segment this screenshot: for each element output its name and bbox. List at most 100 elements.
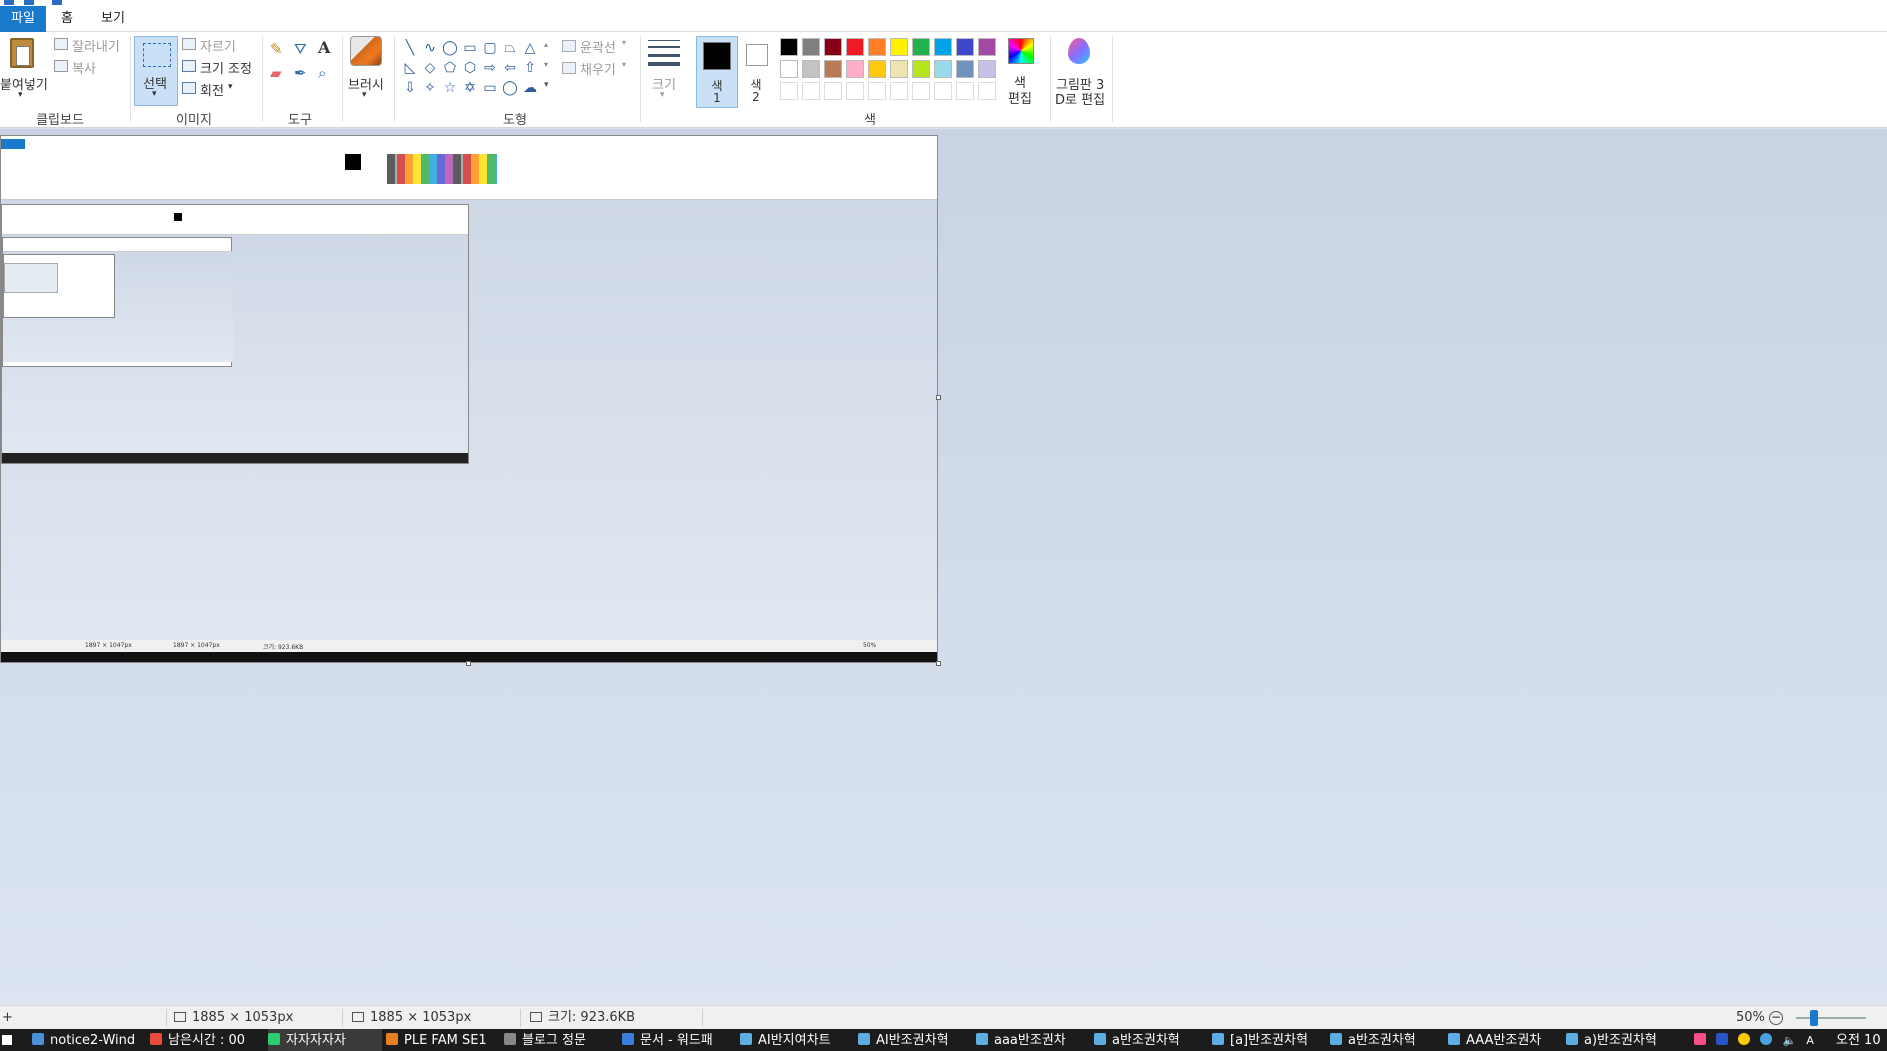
rect-callout-shape-icon[interactable]: ▭ — [482, 80, 498, 96]
custom-color-slot[interactable] — [978, 82, 996, 100]
five-point-star-shape-icon[interactable]: ☆ — [442, 80, 458, 96]
custom-color-slot[interactable] — [802, 82, 820, 100]
down-arrow-shape-icon[interactable]: ⇩ — [402, 80, 418, 96]
taskbar-app[interactable]: AI반조권차혁 — [858, 1029, 972, 1051]
save-icon[interactable] — [24, 0, 34, 5]
custom-color-slot[interactable] — [846, 82, 864, 100]
select-dropdown-icon[interactable]: ▾ — [152, 89, 157, 99]
palette-color-swatch[interactable] — [912, 38, 930, 56]
palette-color-swatch[interactable] — [802, 38, 820, 56]
paste-dropdown-icon[interactable]: ▾ — [18, 90, 23, 100]
curve-shape-icon[interactable]: ∿ — [422, 40, 438, 56]
volume-icon[interactable]: 🔈 — [1783, 1034, 1797, 1047]
taskbar-app[interactable]: AI반지여차트 — [740, 1029, 854, 1051]
size-dropdown-icon[interactable]: ▾ — [660, 90, 665, 100]
start-icon[interactable] — [0, 1029, 16, 1051]
select-button[interactable]: 선택 ▾ — [134, 36, 178, 106]
palette-color-swatch[interactable] — [780, 60, 798, 78]
left-arrow-shape-icon[interactable]: ⇦ — [502, 60, 518, 76]
canvas-workspace[interactable]: 1897 × 1047px 1897 × 1047px 크기: 923.6KB … — [0, 129, 1887, 1005]
taskbar-app[interactable]: a반조권차혁 — [1094, 1029, 1208, 1051]
eraser-icon[interactable]: ▰ — [270, 64, 282, 82]
right-arrow-shape-icon[interactable]: ⇨ — [482, 60, 498, 76]
cloud-callout-shape-icon[interactable]: ☁ — [522, 80, 538, 96]
fill-bucket-icon[interactable]: ⛛ — [294, 40, 307, 58]
color2-button[interactable]: 색 2 — [744, 36, 776, 108]
color1-button[interactable]: 색 1 — [696, 36, 738, 108]
outline-button[interactable]: 윤곽선 — [580, 37, 616, 56]
taskbar-app[interactable]: aaa반조권차 — [976, 1029, 1090, 1051]
brush-icon[interactable] — [350, 36, 382, 66]
edit-colors-label-line2[interactable]: 편집 — [1008, 88, 1032, 107]
right-triangle-shape-icon[interactable]: ◺ — [402, 60, 418, 76]
palette-color-swatch[interactable] — [934, 60, 952, 78]
palette-color-swatch[interactable] — [934, 38, 952, 56]
palette-color-swatch[interactable] — [890, 38, 908, 56]
rectangle-shape-icon[interactable]: ▭ — [462, 40, 478, 56]
tray-app-icon[interactable] — [1760, 1033, 1773, 1045]
palette-color-swatch[interactable] — [890, 60, 908, 78]
zoom-slider-thumb[interactable] — [1810, 1010, 1818, 1026]
custom-color-slot[interactable] — [868, 82, 886, 100]
palette-color-swatch[interactable] — [780, 38, 798, 56]
palette-color-swatch[interactable] — [824, 38, 842, 56]
diamond-shape-icon[interactable]: ◇ — [422, 60, 438, 76]
custom-color-slot[interactable] — [934, 82, 952, 100]
color-picker-icon[interactable]: ✒ — [294, 64, 307, 82]
pentagon-shape-icon[interactable]: ⬠ — [442, 60, 458, 76]
magnifier-icon[interactable]: ⌕ — [318, 64, 326, 82]
custom-color-slot[interactable] — [912, 82, 930, 100]
resize-handle-corner[interactable] — [936, 661, 941, 666]
tab-file[interactable]: 파일 — [0, 6, 46, 32]
taskbar-app[interactable]: PLE FAM SE1 — [386, 1029, 500, 1051]
palette-color-swatch[interactable] — [956, 38, 974, 56]
rounded-rect-shape-icon[interactable]: ▢ — [482, 40, 498, 56]
four-point-star-shape-icon[interactable]: ✧ — [422, 80, 438, 96]
tray-app-icon[interactable] — [1716, 1033, 1729, 1045]
oval-shape-icon[interactable]: ◯ — [442, 40, 458, 56]
taskbar-app[interactable]: AAA반조권차 — [1448, 1029, 1562, 1051]
polygon-shape-icon[interactable]: ⏢ — [502, 40, 518, 56]
rotate-dropdown-icon[interactable]: ▾ — [228, 82, 233, 92]
hexagon-shape-icon[interactable]: ⬡ — [462, 60, 478, 76]
copy-button[interactable]: 복사 — [72, 58, 96, 77]
custom-color-slot[interactable] — [956, 82, 974, 100]
brushes-dropdown-icon[interactable]: ▾ — [362, 90, 367, 100]
taskbar-app[interactable]: notice2-Wind — [32, 1029, 146, 1051]
edit-colors-icon[interactable] — [1008, 38, 1034, 64]
paste-button[interactable]: 붙여넣기 — [0, 74, 48, 93]
resize-handle-right[interactable] — [936, 395, 941, 400]
zoom-out-button[interactable]: − — [1769, 1011, 1783, 1025]
palette-color-swatch[interactable] — [868, 60, 886, 78]
tray-app-icon[interactable] — [1694, 1033, 1706, 1045]
palette-color-swatch[interactable] — [846, 60, 864, 78]
taskbar-app[interactable]: a반조권차혁 — [1330, 1029, 1444, 1051]
taskbar-app[interactable]: 남은시간 : 00 — [150, 1029, 264, 1051]
palette-color-swatch[interactable] — [846, 38, 864, 56]
paint3d-icon[interactable] — [1068, 38, 1090, 64]
palette-color-swatch[interactable] — [956, 60, 974, 78]
taskbar-app[interactable]: a)반조권차혁 — [1566, 1029, 1680, 1051]
custom-color-slot[interactable] — [780, 82, 798, 100]
pencil-icon[interactable]: ✎ — [270, 40, 283, 58]
fill-dropdown-icon[interactable]: ▾ — [622, 60, 626, 69]
custom-color-slot[interactable] — [890, 82, 908, 100]
outline-dropdown-icon[interactable]: ▾ — [622, 38, 626, 47]
clock[interactable]: 오전 10 — [1836, 1029, 1887, 1051]
palette-color-swatch[interactable] — [978, 38, 996, 56]
zoom-slider[interactable] — [1796, 1017, 1866, 1019]
triangle-shape-icon[interactable]: △ — [522, 40, 538, 56]
taskbar-app[interactable]: [a]반조권차혁 — [1212, 1029, 1326, 1051]
cut-button[interactable]: 잘라내기 — [72, 36, 120, 55]
undo-icon[interactable] — [52, 0, 62, 5]
gallery-scroll-up-icon[interactable]: ▴ — [544, 40, 548, 49]
rotate-button[interactable]: 회전 — [200, 80, 224, 99]
tray-app-icon[interactable] — [1738, 1033, 1751, 1045]
oval-callout-shape-icon[interactable]: ◯ — [502, 80, 518, 96]
up-arrow-shape-icon[interactable]: ⇧ — [522, 60, 538, 76]
palette-color-swatch[interactable] — [912, 60, 930, 78]
taskbar-app[interactable]: 문서 - 워드패 — [622, 1029, 736, 1051]
palette-color-swatch[interactable] — [824, 60, 842, 78]
tab-view[interactable]: 보기 — [96, 6, 130, 32]
palette-color-swatch[interactable] — [802, 60, 820, 78]
